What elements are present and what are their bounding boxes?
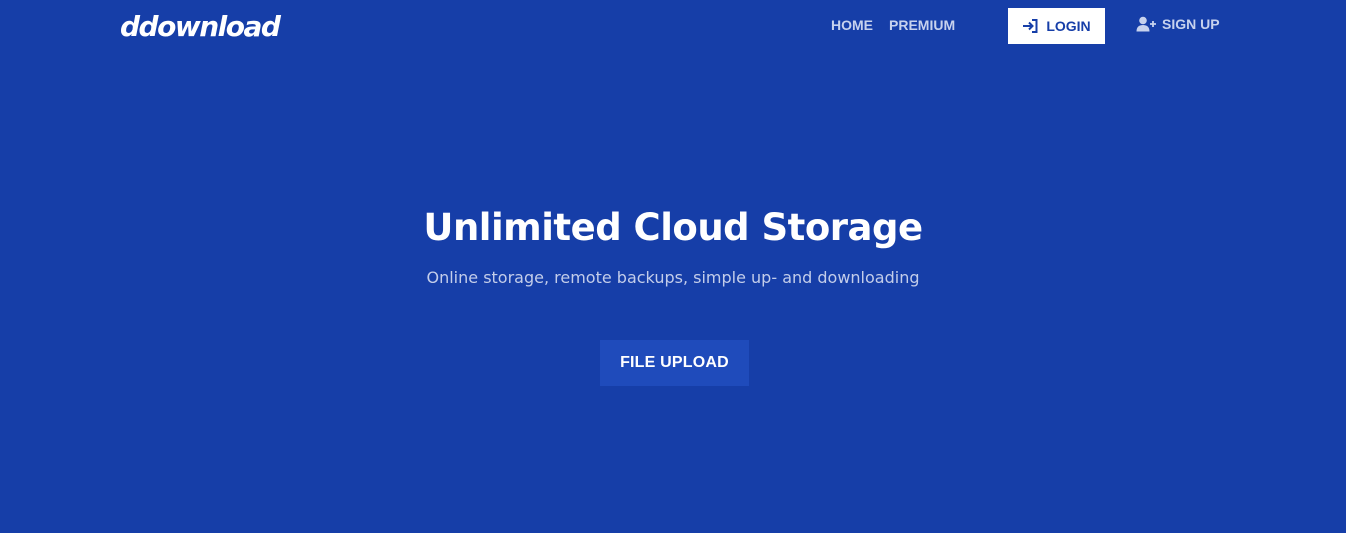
login-button[interactable]: LOGIN [1008,8,1105,44]
signup-label: SIGN UP [1162,16,1220,32]
hero-section: Unlimited Cloud Storage Online storage, … [0,200,1346,290]
login-label: LOGIN [1046,18,1091,34]
site-header: ddownload HOME PREMIUM LOGIN SIGN UP [0,0,1346,56]
nav-premium-link[interactable]: PREMIUM [889,17,955,33]
signup-link[interactable]: SIGN UP [1136,16,1220,32]
hero-title: Unlimited Cloud Storage [423,206,923,249]
hero-subtitle: Online storage, remote backups, simple u… [426,268,920,287]
file-upload-button[interactable]: FILE UPLOAD [600,340,749,386]
sign-in-icon [1022,19,1038,33]
nav-home-link[interactable]: HOME [831,17,873,33]
user-plus-icon [1136,16,1157,32]
logo[interactable]: ddownload [120,9,281,45]
